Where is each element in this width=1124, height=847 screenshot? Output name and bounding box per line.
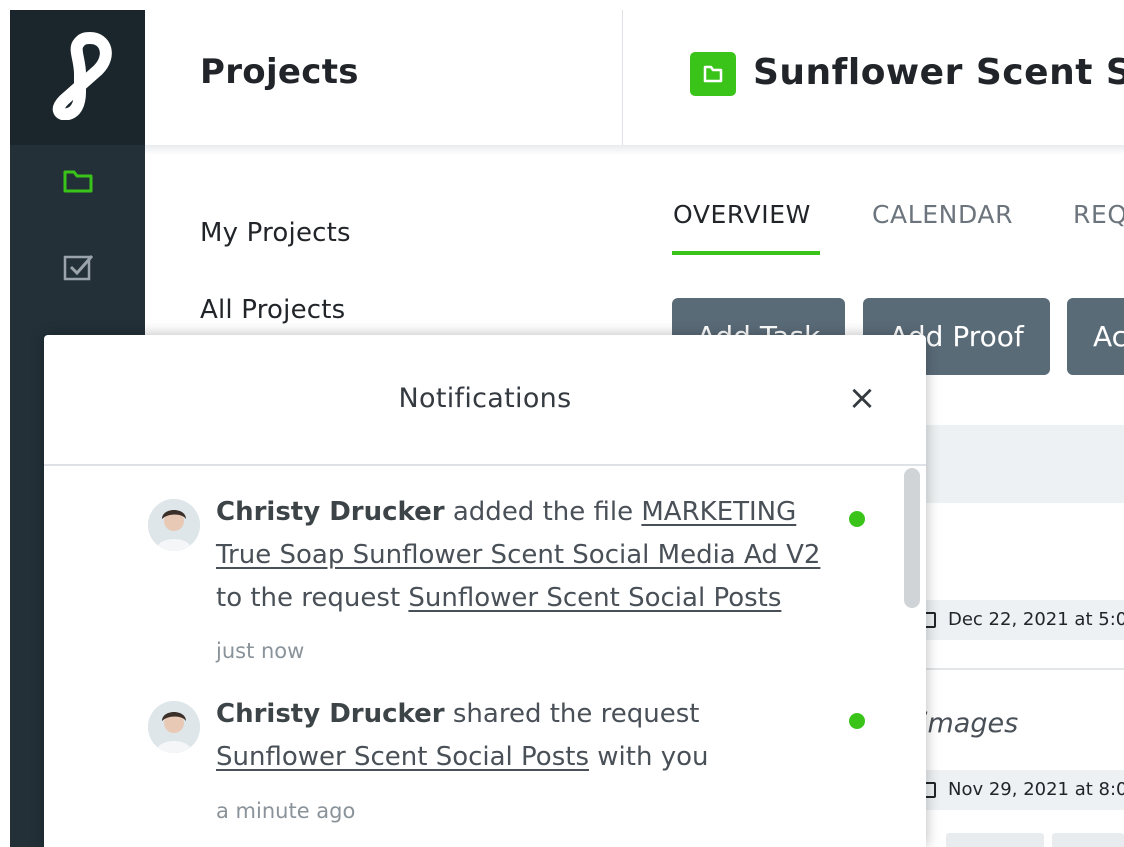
unread-dot[interactable] — [849, 511, 865, 527]
actor-name[interactable]: Christy Drucker — [216, 699, 445, 729]
project-title: Sunflower Scent Sc — [753, 52, 1124, 93]
header-shadow — [145, 145, 1124, 155]
action-text: added the file — [444, 497, 642, 527]
connector-text: to the request — [216, 583, 409, 613]
projects-title: Projects — [200, 52, 359, 92]
notification-message: Christy Drucker shared the request Sunfl… — [216, 693, 836, 779]
notifications-panel: Notifications × Christy Drucker added th… — [44, 335, 926, 847]
due-date: Nov 29, 2021 at 8:00 — [948, 779, 1124, 800]
task-checkbox-icon[interactable] — [62, 252, 94, 282]
panel-divider — [44, 464, 926, 466]
avatar — [148, 701, 200, 753]
notification-item[interactable]: Christy Drucker added the file MARKETING… — [148, 497, 878, 679]
project-folder-icon — [690, 52, 736, 96]
section-band — [925, 425, 1124, 503]
notification-item[interactable]: Christy Drucker shared the request Sunfl… — [148, 699, 878, 831]
request-link[interactable]: Sunflower Scent Social Posts — [408, 583, 781, 613]
nav-my-projects[interactable]: My Projects — [200, 218, 351, 248]
notification-time: just now — [216, 639, 305, 663]
item-title[interactable]: images — [920, 708, 1018, 739]
tail-text: with you — [589, 742, 709, 772]
avatar — [148, 499, 200, 551]
tab-requests[interactable]: REQ — [1073, 200, 1124, 229]
due-date: Dec 22, 2021 at 5:00 — [948, 609, 1124, 630]
header-divider — [622, 10, 623, 145]
list-divider — [925, 668, 1124, 670]
tab-overview[interactable]: OVERVIEW — [673, 200, 811, 229]
nav-all-projects[interactable]: All Projects — [200, 295, 345, 325]
action-text: shared the request — [444, 699, 700, 729]
active-tab-indicator — [672, 251, 820, 255]
tag-chip — [946, 833, 1044, 847]
unread-dot[interactable] — [849, 713, 865, 729]
tab-calendar[interactable]: CALENDAR — [872, 200, 1013, 229]
tag-chip — [1052, 833, 1124, 847]
add-button[interactable]: Ac — [1067, 298, 1124, 375]
infinity-8-logo-icon[interactable] — [40, 30, 116, 120]
notifications-title: Notifications — [398, 383, 572, 414]
close-icon[interactable]: × — [844, 380, 880, 416]
scrollbar-thumb[interactable] — [904, 468, 920, 608]
notification-message: Christy Drucker added the file MARKETING… — [216, 491, 836, 620]
actor-name[interactable]: Christy Drucker — [216, 497, 445, 527]
folder-icon[interactable] — [62, 168, 94, 194]
request-link[interactable]: Sunflower Scent Social Posts — [216, 742, 589, 772]
notification-time: a minute ago — [216, 799, 356, 823]
